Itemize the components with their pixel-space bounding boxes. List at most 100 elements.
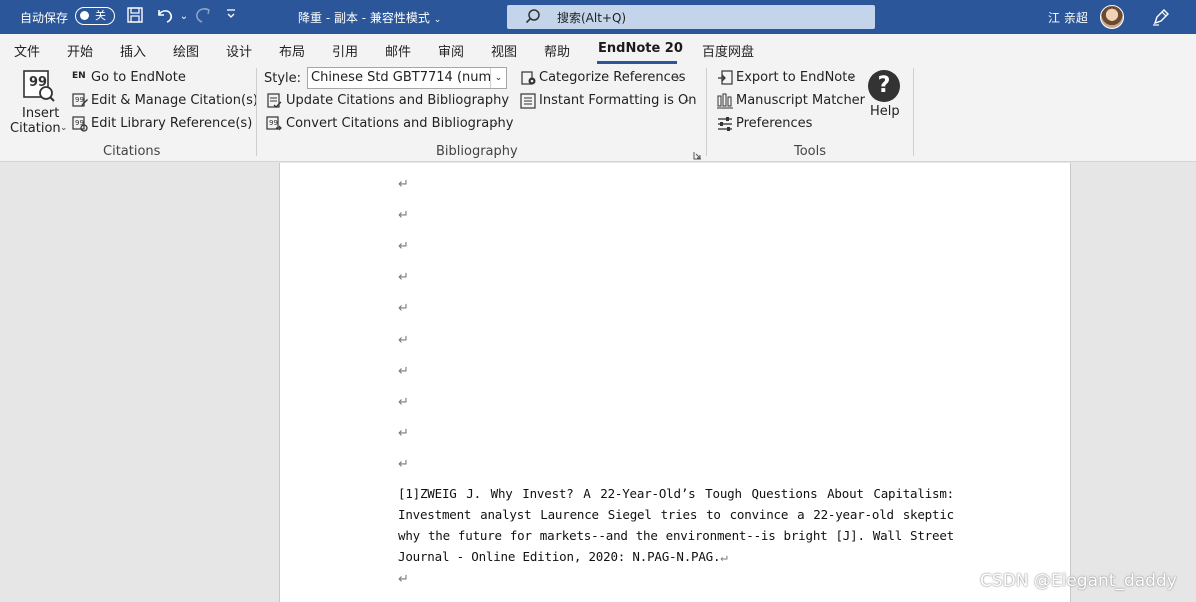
edit-manage-citations-label: Edit & Manage Citation(s) <box>91 93 258 108</box>
categorize-references-button[interactable]: Categorize References ⌄ <box>520 70 690 88</box>
insert-citation-icon: 99 <box>22 69 56 107</box>
preferences-button[interactable]: Preferences <box>717 116 862 134</box>
tab-draw[interactable]: 绘图 <box>173 41 199 60</box>
paragraph-mark: ↵ <box>398 426 409 441</box>
convert-citations-label: Convert Citations and Bibliography <box>286 116 514 131</box>
svg-text:99: 99 <box>75 96 84 104</box>
save-icon[interactable] <box>124 6 146 28</box>
group-divider <box>913 68 914 156</box>
manuscript-matcher-button[interactable]: Manuscript Matcher <box>717 93 865 111</box>
export-icon <box>717 70 733 86</box>
categorize-icon <box>520 70 536 86</box>
paragraph-mark: ↵ <box>398 457 409 472</box>
autosave-toggle[interactable]: 关 <box>75 7 115 25</box>
citations-group-label: Citations <box>103 144 161 159</box>
style-label: Style: <box>264 71 302 86</box>
chevron-down-icon: ⌄ <box>492 118 500 128</box>
paragraph-mark: ↵ <box>398 395 409 410</box>
document-title-text: 降重 - 副本 - 兼容性模式 <box>298 11 430 25</box>
update-citations-button[interactable]: Update Citations and Bibliography <box>266 93 509 111</box>
export-to-endnote-label: Export to EndNote <box>736 70 856 85</box>
autosave-state: 关 <box>95 9 106 22</box>
tab-file[interactable]: 文件 <box>14 41 40 60</box>
toggle-knob <box>80 11 89 20</box>
edit-library-icon: 99 <box>72 116 88 132</box>
help-icon: ? <box>868 70 900 102</box>
chevron-down-icon: ⌄ <box>60 123 68 133</box>
edit-library-reference-button[interactable]: 99 Edit Library Reference(s) <box>72 116 252 134</box>
edit-library-reference-label: Edit Library Reference(s) <box>91 116 253 131</box>
group-divider <box>256 68 257 156</box>
paragraph-mark: ↵ <box>398 333 409 348</box>
reference-text: [1]ZWEIG J. Why Invest? A 22-Year-Old’s … <box>398 486 954 564</box>
bibliography-group-label: Bibliography <box>436 144 518 159</box>
chevron-down-icon: ⌄ <box>848 72 856 82</box>
group-divider <box>706 68 707 156</box>
tab-view[interactable]: 视图 <box>491 41 517 60</box>
paragraph-mark: ↵ <box>398 177 409 192</box>
insert-citation-label-2: Citation <box>10 121 61 136</box>
paragraph-mark: ↵ <box>398 364 409 379</box>
edit-manage-citations-button[interactable]: 99 Edit & Manage Citation(s) <box>72 93 258 111</box>
bibliography-reference[interactable]: [1]ZWEIG J. Why Invest? A 22-Year-Old’s … <box>398 483 954 567</box>
export-to-endnote-button[interactable]: Export to EndNote ⌄ <box>717 70 862 88</box>
help-button[interactable]: ? Help <box>866 68 904 124</box>
tab-baidu-netdisk[interactable]: 百度网盘 <box>702 41 754 60</box>
update-citations-icon <box>266 93 282 109</box>
document-area: ↵ ↵ ↵ ↵ ↵ ↵ ↵ ↵ ↵ ↵ [1]ZWEIG J. Why Inve… <box>0 163 1196 602</box>
title-bar: 自动保存 关 ⌄ 降重 - 副本 - 兼容性模式 ⌄ 搜索(Alt+Q) 江 亲… <box>0 0 1196 34</box>
pen-icon[interactable] <box>1150 6 1172 28</box>
style-select-value: Chinese Std GBT7714 (numer... <box>311 70 507 85</box>
paragraph-mark: ↵ <box>398 270 409 285</box>
paragraph-mark: ↵ <box>398 239 409 254</box>
tab-help[interactable]: 帮助 <box>544 41 570 60</box>
chevron-down-icon: ⌄ <box>490 68 506 88</box>
tab-design[interactable]: 设计 <box>226 41 252 60</box>
insert-citation-label: Insert <box>22 106 60 121</box>
ribbon: 99 Insert Citation ⌄ EN Go to EndNote 99… <box>0 64 1196 162</box>
search-icon <box>525 8 541 28</box>
user-name[interactable]: 江 亲超 <box>1048 9 1088 26</box>
tab-review[interactable]: 审阅 <box>438 41 464 60</box>
tab-home[interactable]: 开始 <box>67 41 93 60</box>
paragraph-mark: ↵ <box>720 549 728 564</box>
tab-mailings[interactable]: 邮件 <box>385 41 411 60</box>
insert-citation-button[interactable]: 99 Insert Citation ⌄ <box>8 66 68 138</box>
tab-endnote[interactable]: EndNote 20 <box>598 41 683 56</box>
document-page[interactable]: ↵ ↵ ↵ ↵ ↵ ↵ ↵ ↵ ↵ ↵ [1]ZWEIG J. Why Inve… <box>279 163 1071 602</box>
categorize-references-label: Categorize References <box>539 70 686 85</box>
paragraph-mark: ↵ <box>398 208 409 223</box>
svg-text:99: 99 <box>269 119 278 127</box>
convert-citations-icon: 99 <box>266 116 282 132</box>
preferences-icon <box>717 116 733 132</box>
tab-insert[interactable]: 插入 <box>120 41 146 60</box>
chevron-down-icon: ⌄ <box>433 15 442 25</box>
edit-citation-icon: 99 <box>72 93 88 109</box>
chevron-down-icon: ⌄ <box>683 95 691 105</box>
paragraph-mark: ↵ <box>398 301 409 316</box>
endnote-en-icon: EN <box>72 71 86 81</box>
customize-toolbar-icon[interactable] <box>220 6 242 28</box>
document-title[interactable]: 降重 - 副本 - 兼容性模式 ⌄ <box>298 9 441 26</box>
redo-icon[interactable] <box>192 6 214 28</box>
instant-formatting-button[interactable]: Instant Formatting is On ⌄ <box>520 93 697 111</box>
go-to-endnote-label: Go to EndNote <box>91 70 186 85</box>
autosave-label: 自动保存 <box>20 11 69 25</box>
update-citations-label: Update Citations and Bibliography <box>286 93 510 108</box>
dialog-launcher-icon[interactable] <box>693 149 702 160</box>
watermark: CSDN @Elegant_daddy <box>980 571 1177 591</box>
search-box[interactable]: 搜索(Alt+Q) <box>507 5 875 29</box>
tab-references[interactable]: 引用 <box>332 41 358 60</box>
avatar[interactable] <box>1100 5 1124 29</box>
search-placeholder: 搜索(Alt+Q) <box>557 11 627 25</box>
manuscript-matcher-icon <box>717 93 733 109</box>
chevron-down-icon: ⌄ <box>674 72 682 82</box>
menu-bar: 文件 开始 插入 绘图 设计 布局 引用 邮件 审阅 视图 帮助 EndNote… <box>0 34 1196 64</box>
tab-layout[interactable]: 布局 <box>279 41 305 60</box>
style-select[interactable]: Chinese Std GBT7714 (numer... ⌄ <box>307 67 507 89</box>
convert-citations-button[interactable]: 99 Convert Citations and Bibliography ⌄ <box>266 116 513 134</box>
go-to-endnote-button[interactable]: EN Go to EndNote <box>72 70 192 88</box>
preferences-label: Preferences <box>736 116 813 131</box>
instant-formatting-icon <box>520 93 536 109</box>
tools-group-label: Tools <box>794 144 827 159</box>
